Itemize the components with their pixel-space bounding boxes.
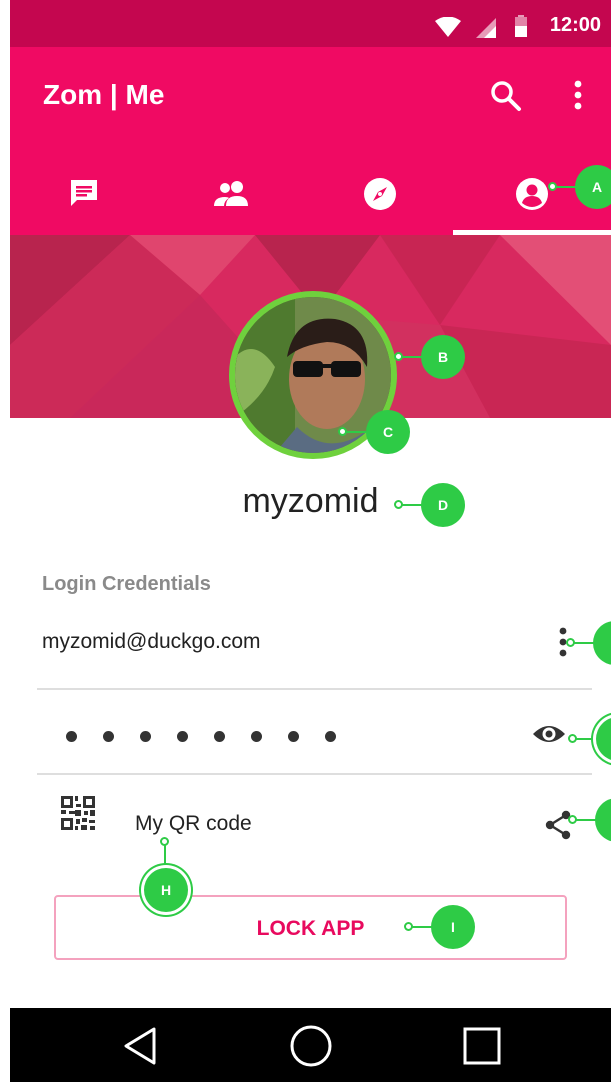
email-row: myzomid@duckgo.com [37, 620, 592, 664]
tab-chats[interactable] [10, 155, 158, 235]
wifi-icon [435, 17, 461, 37]
qr-code-icon [61, 796, 95, 830]
eye-icon[interactable] [532, 722, 566, 746]
qr-code-label: My QR code [135, 812, 252, 835]
home-icon[interactable] [290, 1025, 332, 1067]
search-icon[interactable] [490, 80, 522, 112]
callout-h: H [144, 868, 188, 912]
people-icon [214, 181, 248, 206]
password-dots [66, 729, 362, 747]
account-icon [516, 178, 548, 210]
tab-friends[interactable] [158, 155, 306, 235]
callout-d: D [421, 483, 465, 527]
section-label-login-credentials: Login Credentials [42, 573, 211, 595]
callout-f [596, 717, 611, 761]
callout-e [593, 621, 611, 665]
qr-row[interactable]: My QR code [37, 790, 592, 860]
status-bar: 12:00 [10, 0, 611, 47]
app-title: Zom | Me [43, 79, 165, 110]
status-time: 12:00 [549, 14, 601, 36]
callout-i-line [412, 926, 432, 928]
chat-icon [71, 180, 97, 206]
share-icon[interactable] [545, 810, 571, 840]
callout-a: A [575, 165, 611, 209]
callout-b-line [402, 356, 422, 358]
recents-icon[interactable] [463, 1027, 501, 1065]
more-vert-icon[interactable] [572, 80, 584, 110]
tab-discover[interactable] [306, 155, 454, 235]
callout-h-line [164, 845, 166, 869]
back-icon[interactable] [120, 1026, 160, 1066]
system-nav-bar [10, 1008, 611, 1082]
callout-c-line [346, 431, 366, 433]
email-text: myzomid@duckgo.com [42, 630, 261, 653]
callout-f-line [576, 738, 596, 740]
callout-g-line [576, 819, 596, 821]
callout-g [595, 798, 611, 842]
callout-b: B [421, 335, 465, 379]
compass-icon [364, 178, 396, 210]
tab-bar [10, 155, 611, 235]
divider [37, 688, 592, 690]
app-screen: 12:00 Zom | Me myzomid Login Credentials… [10, 0, 611, 1082]
callout-a-line [556, 186, 576, 188]
lock-app-label: LOCK APP [256, 917, 365, 940]
callout-e-line [574, 642, 594, 644]
callout-c: C [366, 410, 410, 454]
divider [37, 773, 592, 775]
callout-d-line [402, 504, 422, 506]
lock-app-button[interactable]: LOCK APP [54, 895, 567, 960]
signal-icon [476, 18, 496, 38]
battery-icon [515, 15, 527, 37]
username: myzomid [242, 482, 379, 520]
app-bar: Zom | Me [10, 47, 611, 235]
callout-i: I [431, 905, 475, 949]
